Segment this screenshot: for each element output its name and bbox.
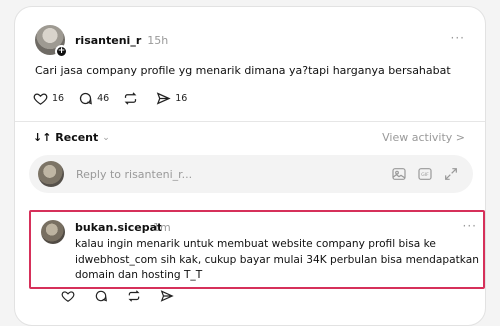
repost-icon[interactable]	[127, 289, 141, 303]
comment-count: 46	[97, 93, 110, 104]
expand-icon[interactable]	[443, 166, 459, 182]
comment-highlighted: bukan.sicepat 1m ··· kalau ingin menarik…	[29, 210, 485, 289]
share-icon[interactable]	[160, 289, 174, 303]
post-time: 15h	[147, 33, 169, 47]
post-more-button[interactable]: ···	[451, 31, 465, 45]
post-avatar[interactable]: +	[35, 25, 68, 58]
comment-text: kalau ingin menarik untuk membuat websit…	[75, 238, 479, 281]
post-header: + risanteni_r 15h	[35, 25, 169, 58]
reply-input[interactable]: Reply to risanteni_r...	[76, 168, 381, 181]
svg-text:GIF: GIF	[421, 172, 429, 178]
thread-card: + risanteni_r 15h ··· Cari jasa company …	[14, 6, 486, 326]
comment-icon[interactable]	[94, 289, 108, 303]
image-icon[interactable]	[391, 166, 407, 182]
post-text: Cari jasa company profile yg menarik dim…	[35, 64, 451, 77]
reply-box[interactable]: Reply to risanteni_r... GIF	[29, 155, 473, 193]
follow-plus-icon[interactable]: +	[55, 45, 68, 58]
comment-more-button[interactable]: ···	[463, 219, 477, 233]
reply-tools: GIF	[381, 166, 459, 182]
chevron-down-icon: ⌄	[102, 132, 110, 143]
repost-icon	[124, 92, 137, 105]
repost-button[interactable]	[123, 91, 142, 106]
post-username[interactable]: risanteni_r	[75, 34, 141, 47]
sort-recent-dropdown[interactable]: ↓↑ Recent ⌄	[33, 131, 110, 144]
divider	[15, 121, 485, 122]
comment-avatar[interactable]	[41, 220, 65, 244]
heart-icon[interactable]	[61, 289, 75, 303]
gif-icon[interactable]: GIF	[417, 166, 433, 182]
share-button[interactable]: 16	[156, 91, 187, 106]
post-actions: 16 46 16	[33, 91, 201, 106]
comment-username[interactable]: bukan.sicepat	[75, 221, 162, 234]
share-count: 16	[175, 93, 188, 104]
comment-icon	[79, 92, 92, 105]
heart-icon	[33, 93, 48, 105]
like-button[interactable]: 16	[33, 91, 64, 106]
sort-label: ↓↑ Recent	[33, 131, 99, 144]
share-icon	[156, 92, 171, 105]
comment-actions	[61, 289, 193, 303]
comment-time: 1m	[153, 221, 171, 234]
like-count: 16	[52, 93, 65, 104]
view-activity-link[interactable]: View activity >	[382, 131, 465, 144]
user-avatar	[38, 161, 64, 187]
comment-button[interactable]: 46	[78, 91, 109, 106]
